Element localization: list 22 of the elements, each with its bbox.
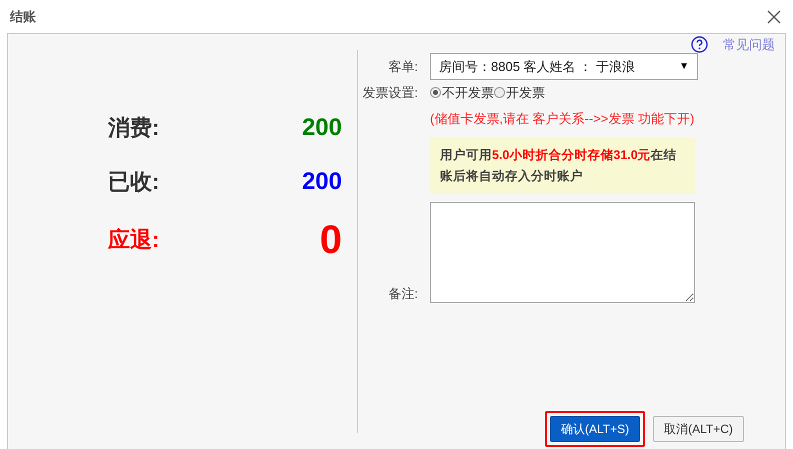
summary-label: 已收: bbox=[108, 168, 160, 196]
summary-value: 0 bbox=[320, 218, 342, 262]
field-label: 客单: bbox=[387, 58, 419, 76]
remarks-field[interactable] bbox=[430, 202, 695, 303]
order-dropdown[interactable]: 房间号：8805 客人姓名 ： 于浪浪 ▼ bbox=[430, 53, 698, 80]
cancel-button[interactable]: 取消(ALT+C) bbox=[653, 416, 744, 442]
close-icon[interactable] bbox=[767, 10, 781, 24]
help-icon[interactable] bbox=[691, 36, 708, 54]
invoice-hint: (储值卡发票,请在 客户关系-->>发票 功能下开) bbox=[430, 110, 696, 128]
field-label: 发票设置: bbox=[361, 84, 419, 102]
summary-label: 应退: bbox=[108, 226, 160, 254]
summary-value: 200 bbox=[302, 166, 342, 196]
radio-dot[interactable] bbox=[430, 87, 441, 98]
caret-icon: ▼ bbox=[679, 59, 689, 74]
radio-text[interactable]: 开发票 bbox=[506, 83, 545, 102]
window-title: 结账 bbox=[10, 8, 36, 26]
summary-label: 消费: bbox=[108, 114, 160, 142]
summary-value: 200 bbox=[302, 112, 342, 142]
field-label: 备注: bbox=[387, 284, 419, 302]
radio-text[interactable]: 不开发票 bbox=[442, 83, 494, 102]
confirm-button[interactable]: 确认(ALT+S) bbox=[550, 416, 640, 442]
notice-text: 用户可用5.0小时折合分时存储31.0元在结账后将自动存入分时账户 bbox=[430, 138, 695, 194]
